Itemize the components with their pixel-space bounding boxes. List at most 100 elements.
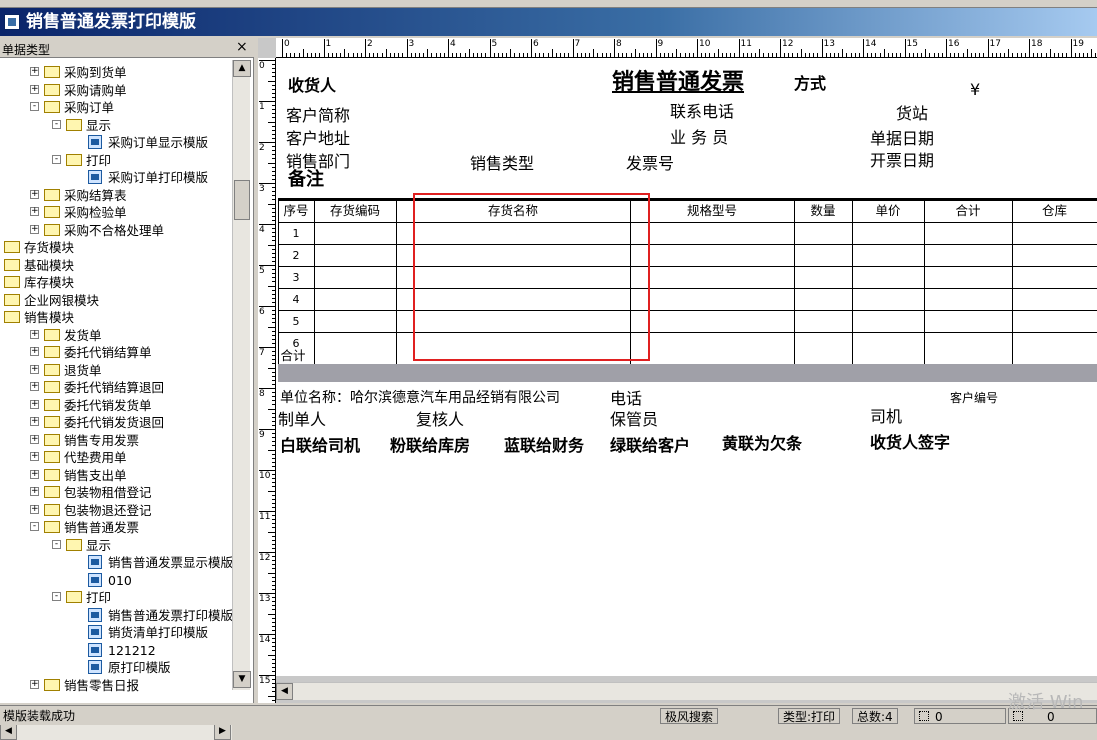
field-phone[interactable]: 电话 bbox=[610, 389, 642, 409]
expand-icon[interactable]: + bbox=[30, 224, 39, 234]
collapse-icon[interactable]: - bbox=[30, 102, 39, 111]
expand-icon[interactable]: + bbox=[30, 329, 39, 339]
tree-item[interactable]: + 包装物退还登记 bbox=[0, 502, 232, 519]
tree-item[interactable]: 采购订单打印模版 bbox=[0, 169, 232, 186]
expand-icon[interactable]: + bbox=[30, 452, 39, 461]
tree-item[interactable]: 销售模块 bbox=[0, 309, 232, 326]
expand-icon[interactable]: + bbox=[30, 347, 39, 356]
expand-icon[interactable]: + bbox=[30, 469, 39, 479]
field-contact-phone[interactable]: 联系电话 bbox=[670, 102, 734, 122]
expand-icon[interactable]: + bbox=[30, 189, 39, 199]
tree-item[interactable]: + 采购请购单 bbox=[0, 82, 232, 99]
tree-item[interactable]: + 销售零售日报 bbox=[0, 677, 232, 694]
field-keeper[interactable]: 保管员 bbox=[610, 410, 658, 430]
template-title[interactable]: 销售普通发票 bbox=[612, 70, 744, 96]
copy-blue[interactable]: 蓝联给财务 bbox=[504, 436, 584, 456]
tree-item[interactable]: + 委托代销发货退回 bbox=[0, 414, 232, 431]
tree-item[interactable]: - 显示 bbox=[0, 537, 232, 554]
collapse-icon[interactable]: - bbox=[52, 119, 61, 129]
collapse-icon[interactable]: - bbox=[52, 539, 61, 549]
scroll-right-button[interactable]: ▶ bbox=[214, 723, 231, 740]
scroll-down-button[interactable]: ▼ bbox=[233, 671, 251, 688]
field-customer-address[interactable]: 客户地址 bbox=[286, 129, 350, 149]
tree-item[interactable]: - 打印 bbox=[0, 589, 232, 606]
item-table[interactable]: 序号 存货编码 存货名称 规格型号 数量 单价 合计 仓库 1 2 3 4 5 6 合计 bbox=[278, 198, 1097, 367]
canvas-scroll-left-button[interactable]: ◀ bbox=[276, 683, 293, 700]
tree-item[interactable]: 销货清单打印模版 bbox=[0, 624, 232, 641]
expand-icon[interactable]: + bbox=[30, 364, 39, 374]
tree-item[interactable]: + 销售专用发票 bbox=[0, 432, 232, 449]
expand-icon[interactable]: + bbox=[30, 399, 39, 409]
tree-item[interactable]: + 采购到货单 bbox=[0, 64, 232, 81]
copy-white[interactable]: 白联给司机 bbox=[280, 436, 360, 456]
field-receiver-sign[interactable]: 收货人签字 bbox=[870, 433, 950, 453]
tree-item[interactable]: 企业网银模块 bbox=[0, 292, 232, 309]
field-unit-name[interactable]: 单位名称：哈尔滨德意汽车用品经销有限公司 bbox=[280, 388, 560, 408]
field-customer-code[interactable]: 客户编号 bbox=[950, 388, 998, 408]
tree-item[interactable]: 010 bbox=[0, 572, 232, 589]
collapse-icon[interactable]: - bbox=[52, 154, 61, 164]
tree-item[interactable]: + 采购不合格处理单 bbox=[0, 222, 232, 239]
expand-icon[interactable]: + bbox=[30, 434, 39, 444]
collapse-icon[interactable]: - bbox=[30, 522, 39, 531]
tree-item[interactable]: + 委托代销发货单 bbox=[0, 397, 232, 414]
panel-close-button[interactable]: × bbox=[236, 39, 248, 55]
ime-indicator[interactable]: 极风搜索 bbox=[660, 708, 719, 724]
copy-yellow[interactable]: 黄联为欠条 bbox=[722, 434, 802, 454]
tree-item[interactable]: - 销售普通发票 bbox=[0, 519, 232, 536]
ruler-number: 5 bbox=[491, 39, 498, 49]
tree-item[interactable]: 121212 bbox=[0, 642, 232, 659]
scroll-up-button[interactable]: ▲ bbox=[233, 60, 251, 77]
copy-green[interactable]: 绿联给客户 bbox=[610, 436, 690, 456]
field-reviewer[interactable]: 复核人 bbox=[416, 410, 464, 430]
tree-item[interactable]: + 委托代销结算单 bbox=[0, 344, 232, 361]
tree-item[interactable]: 原打印模版 bbox=[0, 659, 232, 676]
tree-item[interactable]: + 退货单 bbox=[0, 362, 232, 379]
tree-item[interactable]: + 发货单 bbox=[0, 327, 232, 344]
field-maker[interactable]: 制单人 bbox=[278, 410, 326, 430]
tree-item[interactable]: + 销售支出单 bbox=[0, 467, 232, 484]
tree-item[interactable]: + 包装物租借登记 bbox=[0, 484, 232, 501]
scroll-thumb[interactable] bbox=[234, 180, 250, 220]
field-invoice-date[interactable]: 开票日期 bbox=[870, 151, 934, 171]
tree-item[interactable]: 销售普通发票显示模版 bbox=[0, 554, 232, 571]
field-driver[interactable]: 司机 bbox=[870, 407, 902, 427]
tree-item[interactable]: - 采购订单 bbox=[0, 99, 232, 116]
tree-item[interactable]: + 采购检验单 bbox=[0, 204, 232, 221]
tree-item[interactable]: + 委托代销结算退回 bbox=[0, 379, 232, 396]
expand-icon[interactable]: + bbox=[30, 679, 39, 689]
field-customer-short[interactable]: 客户简称 bbox=[286, 106, 350, 126]
tree-item[interactable]: 基础模块 bbox=[0, 257, 232, 274]
canvas-horizontal-scrollbar[interactable]: ◀ bbox=[276, 682, 1097, 700]
tree-vertical-scrollbar[interactable]: ▲ ▼ bbox=[232, 60, 251, 690]
field-remark[interactable]: 备注 bbox=[288, 170, 324, 190]
field-station[interactable]: 货站 bbox=[896, 104, 928, 124]
expand-icon[interactable]: + bbox=[30, 417, 39, 426]
field-invoice-no[interactable]: 发票号 bbox=[626, 154, 674, 174]
expand-icon[interactable]: + bbox=[30, 207, 39, 216]
expand-icon[interactable]: + bbox=[30, 487, 39, 496]
table-header-cell: 合计 bbox=[955, 203, 981, 218]
field-currency[interactable]: ¥ bbox=[970, 80, 980, 100]
field-receiver[interactable]: 收货人 bbox=[288, 76, 336, 96]
tree-item[interactable]: 销售普通发票打印模版 bbox=[0, 607, 232, 624]
scroll-left-button[interactable]: ◀ bbox=[0, 723, 17, 740]
copy-pink[interactable]: 粉联给库房 bbox=[390, 436, 470, 456]
tree-item[interactable]: + 采购结算表 bbox=[0, 187, 232, 204]
tree-item[interactable]: 库存模块 bbox=[0, 274, 232, 291]
collapse-icon[interactable]: - bbox=[52, 592, 61, 601]
expand-icon[interactable]: + bbox=[30, 84, 39, 94]
expand-icon[interactable]: + bbox=[30, 504, 39, 514]
tree-item[interactable]: 采购订单显示模版 bbox=[0, 134, 232, 151]
expand-icon[interactable]: + bbox=[30, 67, 39, 76]
tree-item[interactable]: 存货模块 bbox=[0, 239, 232, 256]
field-doc-date[interactable]: 单据日期 bbox=[870, 129, 934, 149]
field-method[interactable]: 方式 bbox=[794, 74, 826, 94]
template-canvas[interactable]: 收货人 销售普通发票 方式 ¥ 客户简称 联系电话 货站 客户地址 业 务 员 … bbox=[276, 58, 1097, 676]
tree-item[interactable]: - 显示 bbox=[0, 117, 232, 134]
expand-icon[interactable]: + bbox=[30, 382, 39, 391]
tree-item[interactable]: + 代垫费用单 bbox=[0, 449, 232, 466]
field-salesman[interactable]: 业 务 员 bbox=[670, 128, 728, 148]
field-sales-type[interactable]: 销售类型 bbox=[470, 154, 534, 174]
tree-item[interactable]: - 打印 bbox=[0, 152, 232, 169]
